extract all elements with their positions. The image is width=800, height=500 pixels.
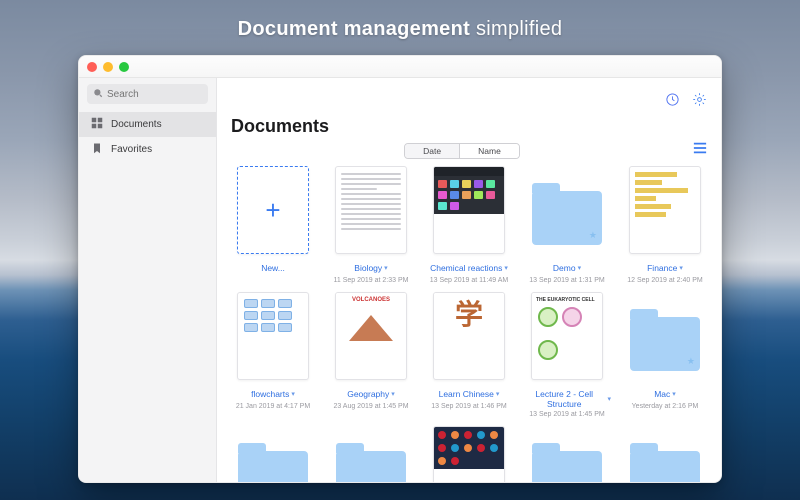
folder-icon: [629, 292, 701, 380]
tile-title[interactable]: Finance▾: [647, 264, 683, 274]
tile-date: 12 Sep 2019 at 2:40 PM: [627, 277, 703, 284]
document-tile[interactable]: Finance▾ 12 Sep 2019 at 2:40 PM: [619, 166, 711, 284]
document-thumbnail: [433, 426, 505, 482]
tile-date: 13 Sep 2019 at 1:46 PM: [431, 403, 507, 410]
sidebar: Documents Favorites: [79, 78, 217, 482]
tile-caption: Learn Chinese▾ 13 Sep 2019 at 1:46 PM: [431, 384, 507, 410]
tile-title[interactable]: Learn Chinese▾: [439, 390, 500, 400]
sidebar-item-label: Documents: [111, 119, 162, 130]
folder-tile[interactable]: [521, 426, 613, 482]
app-window: Documents Favorites Do: [78, 55, 722, 483]
tile-title[interactable]: New...: [261, 264, 285, 274]
folder-icon: [237, 426, 309, 482]
tile-caption: New...: [261, 258, 285, 277]
document-thumbnail: 学: [433, 292, 505, 380]
list-view-icon[interactable]: [693, 141, 707, 160]
tile-title[interactable]: Lecture 2 - Cell Structure▾: [523, 390, 611, 410]
sort-segmented-control: Date Name: [404, 143, 520, 159]
sidebar-item-favorites[interactable]: Favorites: [79, 137, 216, 162]
document-tile[interactable]: flowcharts▾ 21 Jan 2019 at 4:17 PM: [227, 292, 319, 418]
tile-date: 21 Jan 2019 at 4:17 PM: [236, 403, 310, 410]
chevron-down-icon: ▾: [578, 265, 582, 273]
sidebar-item-label: Favorites: [111, 144, 152, 155]
bookmark-icon: [91, 142, 103, 157]
folder-tile[interactable]: [619, 426, 711, 482]
folder-icon: [335, 426, 407, 482]
sort-by-name[interactable]: Name: [459, 144, 519, 158]
recents-icon[interactable]: [665, 92, 680, 107]
tile-caption: Demo▾ 13 Sep 2019 at 1:31 PM: [529, 258, 605, 284]
tile-date: 11 Sep 2019 at 2:33 PM: [334, 277, 409, 284]
tile-date: 13 Sep 2019 at 11:49 AM: [430, 277, 509, 284]
tile-title[interactable]: Biology▾: [354, 264, 387, 274]
tile-title[interactable]: Mac▾: [654, 390, 676, 400]
chevron-down-icon: ▾: [496, 391, 500, 399]
tile-title[interactable]: Demo▾: [553, 264, 581, 274]
tile-date: 13 Sep 2019 at 1:45 PM: [523, 411, 611, 418]
tile-date: 13 Sep 2019 at 1:31 PM: [529, 277, 605, 284]
document-thumbnail: VOLCANOES: [335, 292, 407, 380]
tile-date: Yesterday at 2:16 PM: [632, 403, 699, 410]
search-icon: [93, 85, 103, 103]
chevron-down-icon: ▾: [672, 391, 676, 399]
document-tile[interactable]: Biology▾ 11 Sep 2019 at 2:33 PM: [325, 166, 417, 284]
document-thumbnail: [629, 166, 701, 254]
grid-icon: [91, 117, 103, 132]
document-grid: + New... Biology▾ 11 Sep 2019 at 2:33 PM Che…: [227, 166, 711, 482]
tile-caption: Lecture 2 - Cell Structure▾13 Sep 2019 a…: [523, 384, 611, 418]
tile-caption: flowcharts▾ 21 Jan 2019 at 4:17 PM: [236, 384, 310, 410]
tile-caption: Finance▾ 12 Sep 2019 at 2:40 PM: [627, 258, 703, 284]
sort-by-date[interactable]: Date: [405, 144, 459, 158]
chevron-down-icon: ▾: [391, 391, 395, 399]
minimize-button[interactable]: [103, 62, 113, 72]
zoom-button[interactable]: [119, 62, 129, 72]
folder-icon: [531, 166, 603, 254]
document-thumbnail: THE EUKARYOTIC CELL: [531, 292, 603, 380]
chevron-down-icon: ▾: [291, 391, 295, 399]
tile-caption: Chemical reactions▾ 13 Sep 2019 at 11:49 …: [430, 258, 509, 284]
folder-icon: [629, 426, 701, 482]
main-panel: Documents Date Name + New... Biology▾ 11 Se…: [217, 78, 721, 482]
search-input[interactable]: [107, 89, 202, 100]
document-tile[interactable]: THE EUKARYOTIC CELL Lecture 2 - Cell Stru…: [521, 292, 613, 418]
document-thumbnail: [237, 292, 309, 380]
new-document-tile[interactable]: + New...: [227, 166, 319, 284]
folder-tile[interactable]: Mac▾ Yesterday at 2:16 PM: [619, 292, 711, 418]
window-titlebar: [79, 56, 721, 78]
tile-title[interactable]: flowcharts▾: [251, 390, 295, 400]
chevron-down-icon: ▾: [384, 265, 388, 273]
window-controls: [87, 62, 129, 72]
tile-date: 23 Aug 2019 at 1:45 PM: [333, 403, 408, 410]
document-tile[interactable]: VOLCANOES Geography▾ 23 Aug 2019 at 1:45 P…: [325, 292, 417, 418]
search-field[interactable]: [87, 84, 208, 104]
plus-icon: +: [237, 166, 309, 254]
close-button[interactable]: [87, 62, 97, 72]
document-thumbnail: [335, 166, 407, 254]
tile-title[interactable]: Geography▾: [347, 390, 395, 400]
tile-caption: Biology▾ 11 Sep 2019 at 2:33 PM: [334, 258, 409, 284]
folder-tile[interactable]: [227, 426, 319, 482]
marketing-tagline: Document management simplified: [238, 18, 563, 41]
tile-caption: Geography▾ 23 Aug 2019 at 1:45 PM: [333, 384, 408, 410]
folder-tile[interactable]: [325, 426, 417, 482]
page-title: Documents: [217, 110, 721, 141]
document-tile[interactable]: Chemical reactions▾ 13 Sep 2019 at 11:49 …: [423, 166, 515, 284]
tile-title[interactable]: Chemical reactions▾: [430, 264, 508, 274]
folder-tile[interactable]: Demo▾ 13 Sep 2019 at 1:31 PM: [521, 166, 613, 284]
tile-caption: Mac▾ Yesterday at 2:16 PM: [632, 384, 699, 410]
chevron-down-icon: ▾: [679, 265, 683, 273]
chevron-down-icon: ▾: [504, 265, 508, 273]
document-thumbnail: [433, 166, 505, 254]
chevron-down-icon: ▾: [607, 396, 611, 404]
document-tile[interactable]: [423, 426, 515, 482]
settings-icon[interactable]: [692, 92, 707, 107]
sidebar-item-documents[interactable]: Documents: [79, 112, 216, 137]
document-tile[interactable]: 学 Learn Chinese▾ 13 Sep 2019 at 1:46 PM: [423, 292, 515, 418]
folder-icon: [531, 426, 603, 482]
